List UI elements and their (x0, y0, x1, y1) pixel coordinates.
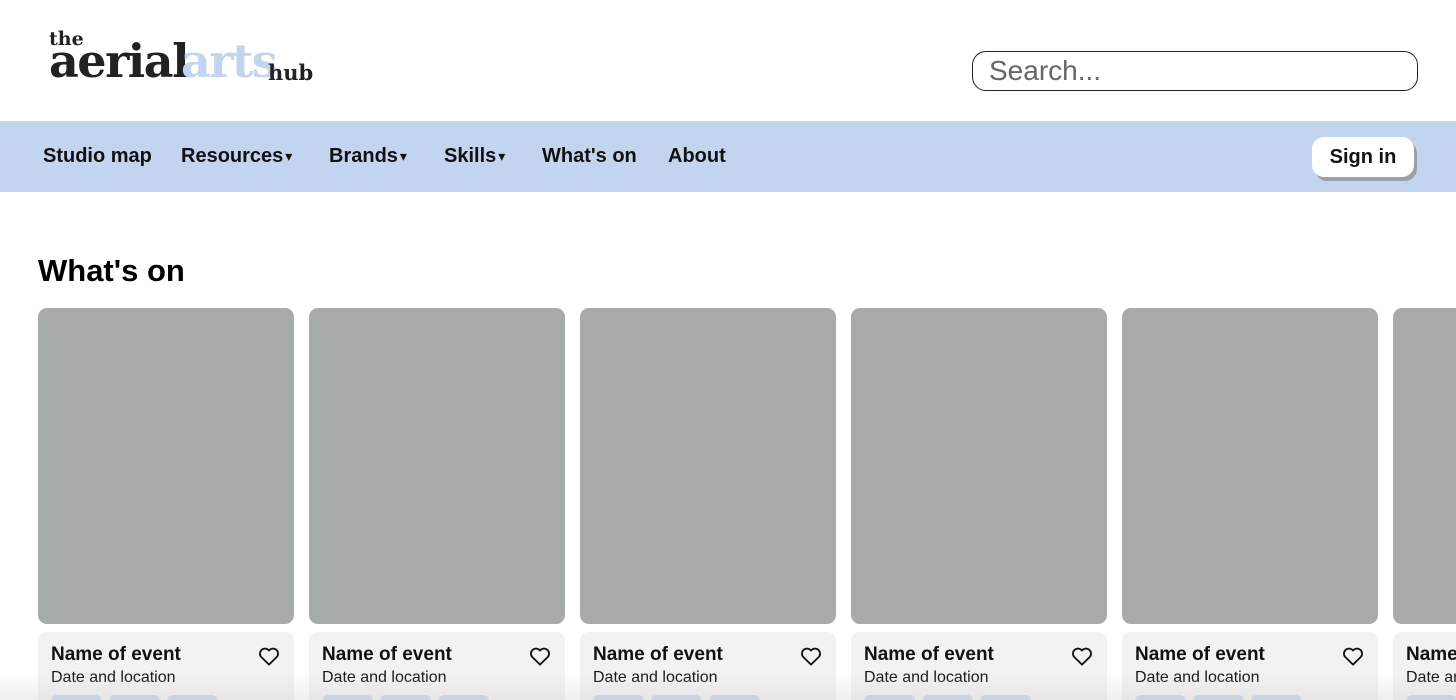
event-tag[interactable] (980, 695, 1031, 700)
event-tag[interactable] (380, 695, 431, 700)
nav-item-label: Studio map (43, 145, 152, 167)
heart-icon[interactable] (1071, 646, 1093, 666)
event-card-body: Name of event Date and location (1393, 632, 1456, 700)
event-card-body: Name of event Date and location (309, 632, 565, 700)
event-tag[interactable] (864, 695, 915, 700)
event-name[interactable]: Name of event (593, 644, 823, 666)
nav-item-studio-map[interactable]: Studio map (43, 121, 152, 192)
event-image-placeholder[interactable] (580, 308, 836, 624)
sign-in-button[interactable]: Sign in (1312, 137, 1414, 177)
nav-item-label: Brands (329, 145, 398, 167)
event-tag[interactable] (167, 695, 218, 700)
heart-icon[interactable] (1342, 646, 1364, 666)
event-tag[interactable] (1135, 695, 1186, 700)
logo-arts: arts (181, 34, 278, 88)
event-date-location: Date and location (1406, 668, 1456, 686)
logo-hub: hub (268, 60, 314, 85)
event-tags (51, 695, 218, 700)
event-tag[interactable] (709, 695, 760, 700)
event-name[interactable]: Name of event (1135, 644, 1365, 666)
event-tag[interactable] (438, 695, 489, 700)
nav-item-label: What's on (542, 145, 637, 167)
event-image-placeholder[interactable] (1122, 308, 1378, 624)
heart-icon[interactable] (800, 646, 822, 666)
site-logo[interactable]: the aerial arts hub (49, 30, 313, 88)
event-date-location: Date and location (864, 668, 989, 686)
event-image-placeholder[interactable] (1393, 308, 1456, 624)
event-tag[interactable] (651, 695, 702, 700)
event-tag[interactable] (922, 695, 973, 700)
event-card-body: Name of event Date and location (580, 632, 836, 700)
page-title: What's on (38, 253, 185, 288)
event-card-body: Name of event Date and location (851, 632, 1107, 700)
event-date-location: Date and location (1135, 668, 1260, 686)
nav-item-label: Skills (444, 145, 497, 167)
event-name[interactable]: Name of event (51, 644, 281, 666)
chevron-down-icon: ▾ (399, 148, 407, 164)
event-name[interactable]: Name of event (322, 644, 552, 666)
search-input[interactable] (972, 51, 1418, 91)
nav-item-label: About (668, 145, 726, 167)
event-card-body: Name of event Date and location (38, 632, 294, 700)
event-tag[interactable] (109, 695, 160, 700)
event-tag[interactable] (51, 695, 102, 700)
event-tag[interactable] (593, 695, 644, 700)
event-tags (322, 695, 489, 700)
nav-item-about[interactable]: About (668, 121, 726, 192)
event-image-placeholder[interactable] (851, 308, 1107, 624)
event-tags (593, 695, 760, 700)
event-tag[interactable] (1193, 695, 1244, 700)
event-card-body: Name of event Date and location (1122, 632, 1378, 700)
event-date-location: Date and location (51, 668, 176, 686)
chevron-down-icon: ▾ (498, 148, 506, 164)
event-tag[interactable] (322, 695, 373, 700)
event-image-placeholder[interactable] (309, 308, 565, 624)
event-date-location: Date and location (322, 668, 447, 686)
event-date-location: Date and location (593, 668, 718, 686)
event-card-list: Name of event Date and location Name of … (38, 308, 1456, 700)
event-tags (1406, 695, 1456, 700)
event-name[interactable]: Name of event (864, 644, 1094, 666)
heart-icon[interactable] (258, 646, 280, 666)
site-header: the aerial arts hub (0, 0, 1456, 121)
nav-item-whats-on[interactable]: What's on (542, 121, 637, 192)
chevron-down-icon: ▾ (285, 148, 293, 164)
heart-icon[interactable] (529, 646, 551, 666)
nav-item-label: Resources (181, 145, 284, 167)
logo-aerial: aerial (49, 34, 190, 88)
event-tags (1135, 695, 1302, 700)
event-name[interactable]: Name of event (1406, 644, 1456, 666)
nav-item-resources[interactable]: Resources ▾ (181, 121, 292, 192)
event-image-placeholder[interactable] (38, 308, 294, 624)
main-nav: Studio map Resources ▾ Brands ▾ Skills ▾ Wh… (0, 121, 1456, 192)
nav-item-skills[interactable]: Skills ▾ (444, 121, 505, 192)
event-tag[interactable] (1406, 695, 1456, 700)
nav-item-brands[interactable]: Brands ▾ (329, 121, 407, 192)
event-tag[interactable] (1251, 695, 1302, 700)
event-tags (864, 695, 1031, 700)
